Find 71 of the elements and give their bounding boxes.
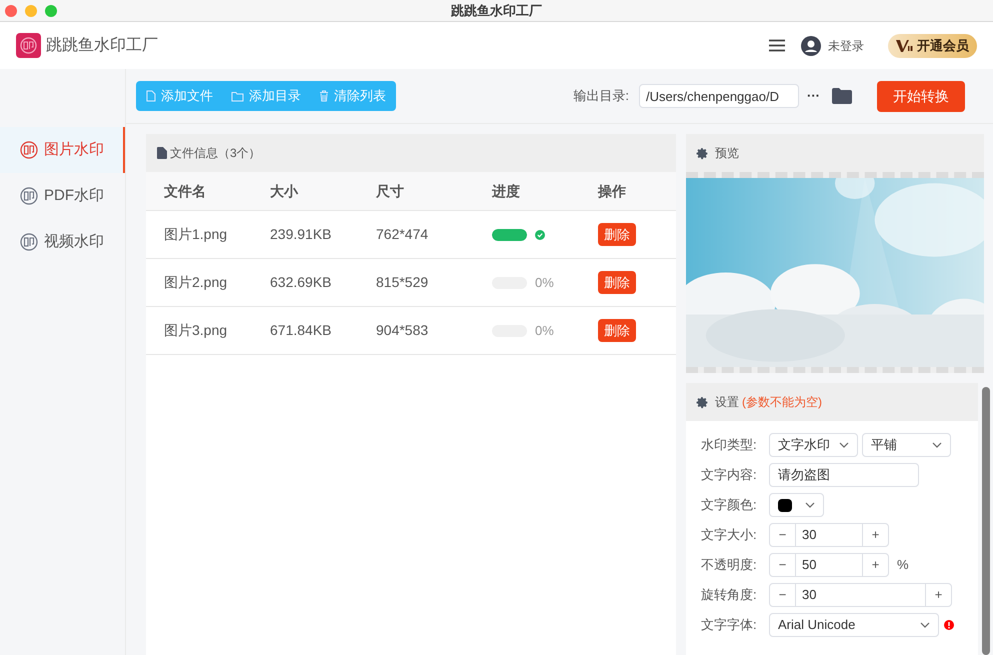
chevron-down-icon — [932, 442, 942, 448]
window-title: 跳跳鱼水印工厂 — [451, 2, 542, 20]
number-stepper[interactable]: − 30 + — [769, 523, 889, 547]
setting-label: 旋转角度: — [701, 586, 758, 604]
progress-percent: 0% — [535, 274, 554, 292]
column-header: 进度 — [490, 182, 521, 200]
sidebar-item[interactable]: 图片水印 — [0, 127, 125, 173]
table-cell-text: 762*474 — [375, 225, 430, 244]
settings-icon — [696, 146, 709, 160]
start-button[interactable]: 开始转换 — [877, 80, 965, 112]
setting-label: 文字大小: — [701, 526, 758, 544]
app-name: 跳跳鱼水印工厂 — [46, 36, 158, 56]
setting-label: 文字字体: — [701, 616, 758, 634]
chevron-down-icon — [805, 502, 815, 508]
folder-icon — [231, 90, 244, 102]
user-avatar-icon[interactable] — [801, 36, 821, 56]
stamp-icon — [20, 187, 38, 205]
setting-label: 不透明度: — [701, 556, 758, 574]
table-cell-text: 图片3.png — [163, 321, 228, 340]
progress-percent: 0% — [535, 322, 554, 340]
chevron-down-icon — [839, 442, 849, 448]
close-button[interactable] — [5, 4, 17, 16]
column-header: 尺寸 — [374, 182, 405, 200]
column-header: 大小 — [269, 182, 300, 200]
output-path-field[interactable]: /Users/chenpenggao/D — [639, 84, 799, 108]
unit-label: % — [897, 556, 909, 574]
delete-button[interactable]: 删除 — [598, 271, 636, 294]
table-cell-text: 815*529 — [375, 273, 430, 292]
color-picker[interactable] — [769, 493, 824, 517]
table-cell-text: 图片1.png — [163, 225, 228, 244]
folder-icon[interactable] — [832, 88, 852, 104]
app-logo — [16, 33, 41, 58]
login-status[interactable]: 未登录 — [828, 36, 864, 54]
column-header: 文件名 — [163, 182, 207, 200]
delete-button[interactable]: 删除 — [598, 223, 636, 246]
table-cell-text: 239.91KB — [269, 225, 332, 244]
number-stepper[interactable]: − 30 + — [769, 583, 952, 607]
output-label: 输出目录: — [573, 87, 629, 106]
trash-icon — [319, 90, 329, 102]
select-field[interactable]: Arial Unicode — [769, 613, 939, 637]
panel-title: 预览 — [715, 145, 739, 162]
more-button[interactable]: ··· — [807, 86, 820, 106]
scrollbar[interactable] — [982, 387, 990, 655]
table-cell-text: 632.69KB — [269, 273, 332, 292]
check-icon — [535, 230, 545, 240]
table-cell-text: 图片2.png — [163, 273, 228, 292]
settings-note: (参数不能为空) — [742, 394, 822, 411]
chevron-down-icon — [920, 622, 930, 628]
number-stepper[interactable]: − 50 + — [769, 553, 889, 577]
select-field[interactable]: 文字水印 — [769, 433, 858, 457]
setting-label: 文字内容: — [701, 466, 758, 484]
text-field[interactable]: 请勿盗图 — [769, 463, 919, 487]
sidebar-item[interactable]: 视频水印 — [0, 219, 125, 265]
table-cell-text: 671.84KB — [269, 321, 332, 340]
sidebar-item[interactable]: PDF水印 — [0, 173, 125, 219]
settings-icon — [696, 396, 709, 408]
panel-title: 设置 — [715, 394, 739, 411]
file-icon — [146, 90, 156, 102]
file-icon — [157, 147, 167, 159]
vip-button[interactable]: 开通会员 — [888, 34, 977, 58]
setting-label: 文字颜色: — [701, 496, 758, 514]
menu-icon[interactable] — [769, 39, 785, 52]
stamp-icon — [20, 141, 38, 159]
column-header: 操作 — [596, 182, 627, 200]
vip-icon — [896, 39, 913, 52]
delete-button[interactable]: 删除 — [598, 319, 636, 342]
select-field[interactable]: 平铺 — [862, 433, 951, 457]
panel-title: 文件信息（3个） — [170, 145, 261, 162]
setting-label: 水印类型: — [701, 436, 758, 454]
stamp-icon — [20, 233, 38, 251]
table-cell-text: 904*583 — [375, 321, 430, 340]
